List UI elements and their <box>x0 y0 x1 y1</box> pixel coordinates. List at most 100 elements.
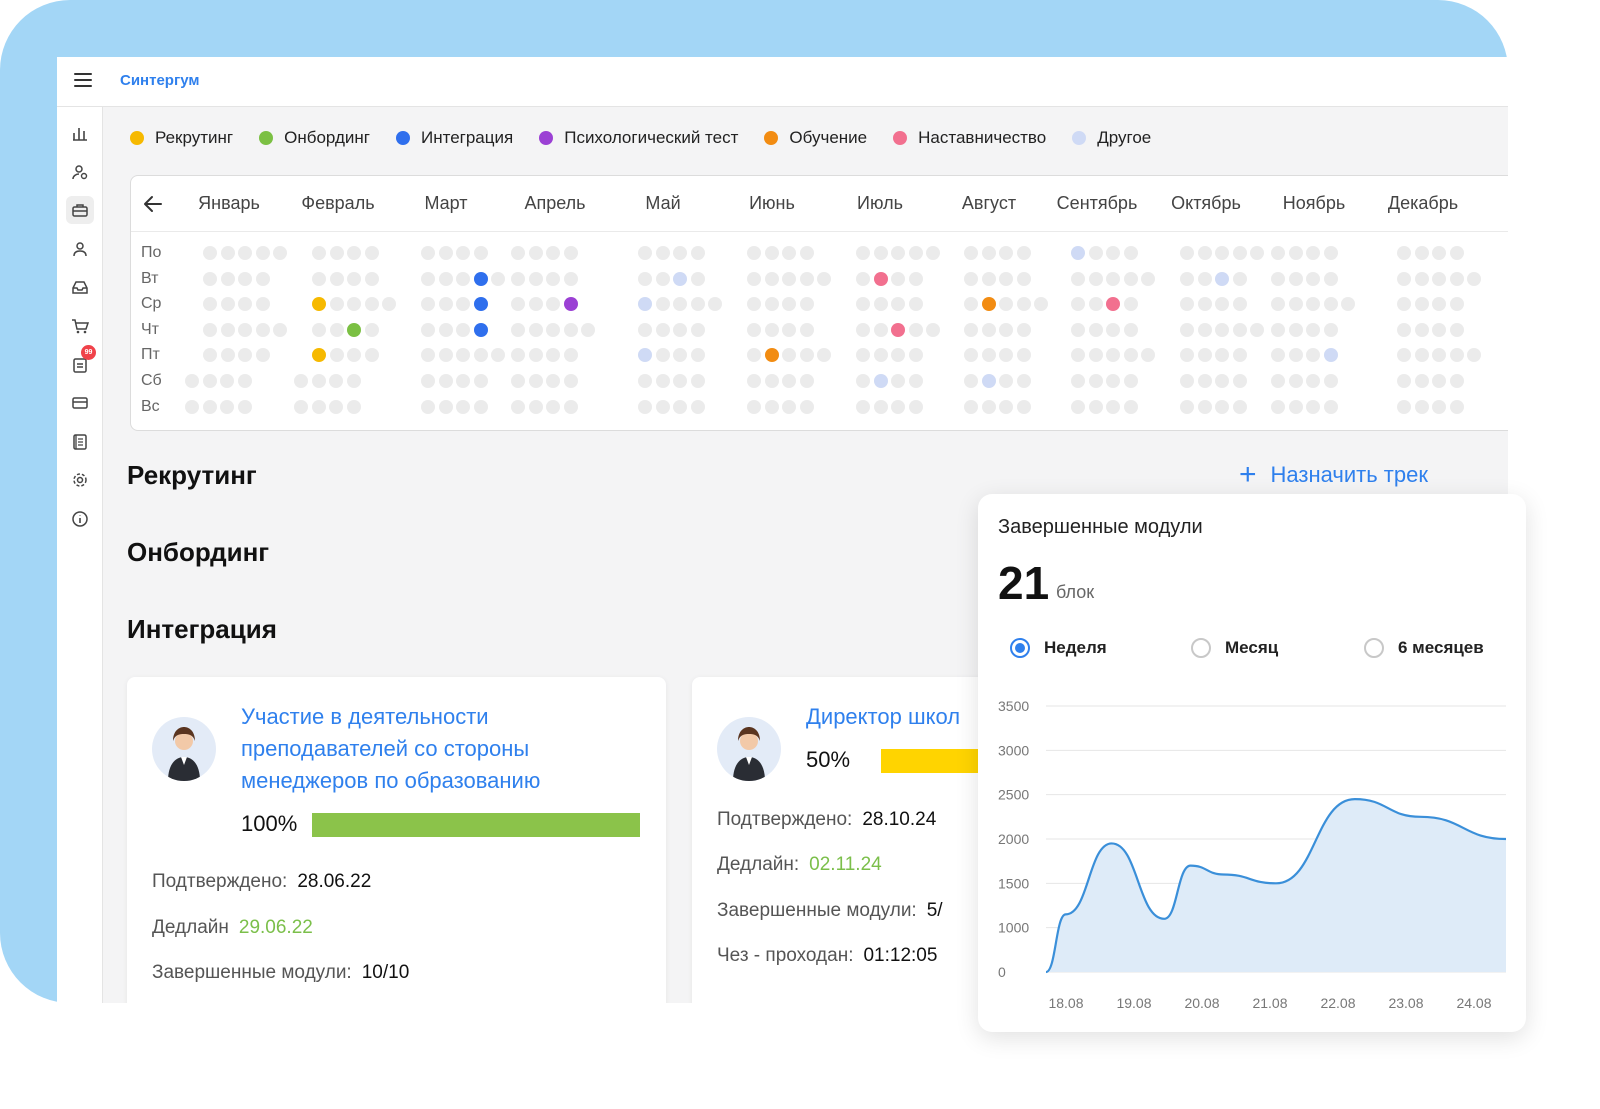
sidebar-item[interactable]: 99 <box>66 344 96 379</box>
calendar-day-dot[interactable] <box>873 374 888 388</box>
calendar-day-dot[interactable] <box>1397 323 1411 337</box>
calendar-day-dot[interactable] <box>511 297 525 311</box>
calendar-day-dot[interactable] <box>673 297 687 311</box>
calendar-day-dot[interactable] <box>1432 323 1446 337</box>
calendar-day-dot[interactable] <box>220 246 235 260</box>
calendar-day-dot[interactable] <box>456 323 470 337</box>
calendar-day-dot[interactable] <box>347 297 361 311</box>
calendar-day-dot[interactable] <box>1323 297 1338 311</box>
calendar-day-dot[interactable] <box>220 272 235 286</box>
sidebar-item[interactable] <box>66 273 94 301</box>
sidebar-item[interactable] <box>66 235 94 263</box>
calendar-day-dot[interactable] <box>563 348 578 362</box>
calendar-day-dot[interactable] <box>511 400 525 414</box>
calendar-day-dot[interactable] <box>1180 272 1194 286</box>
calendar-day-dot[interactable] <box>312 297 326 311</box>
calendar-day-dot[interactable] <box>255 348 270 362</box>
sidebar-item[interactable] <box>66 158 94 186</box>
calendar-day-dot[interactable] <box>638 297 652 311</box>
calendar-day-dot[interactable] <box>364 272 379 286</box>
calendar-day-dot[interactable] <box>1414 374 1429 388</box>
calendar-day-dot[interactable] <box>638 374 652 388</box>
calendar-day-dot[interactable] <box>473 374 488 388</box>
calendar-day-dot[interactable] <box>856 323 870 337</box>
calendar-day-dot[interactable] <box>1016 246 1031 260</box>
calendar-day-dot[interactable] <box>421 297 435 311</box>
calendar-day-dot[interactable] <box>473 400 488 414</box>
calendar-day-dot[interactable] <box>237 374 252 388</box>
calendar-day-dot[interactable] <box>294 374 308 388</box>
calendar-day-dot[interactable] <box>799 348 814 362</box>
calendar-day-dot[interactable] <box>1232 323 1247 337</box>
calendar-day-dot[interactable] <box>981 297 996 311</box>
calendar-day-dot[interactable] <box>329 348 344 362</box>
menu-icon[interactable] <box>74 73 92 89</box>
calendar-day-dot[interactable] <box>908 400 923 414</box>
calendar-day-dot[interactable] <box>347 246 361 260</box>
calendar-day-dot[interactable] <box>964 297 978 311</box>
calendar-day-dot[interactable] <box>1271 374 1285 388</box>
calendar-day-dot[interactable] <box>203 272 217 286</box>
calendar-day-dot[interactable] <box>764 400 779 414</box>
calendar-day-dot[interactable] <box>1323 374 1338 388</box>
calendar-day-dot[interactable] <box>438 323 453 337</box>
month-label[interactable]: Февраль <box>301 193 374 214</box>
calendar-day-dot[interactable] <box>981 374 996 388</box>
calendar-day-dot[interactable] <box>364 246 379 260</box>
calendar-day-dot[interactable] <box>1123 246 1138 260</box>
calendar-day-dot[interactable] <box>873 400 888 414</box>
calendar-day-dot[interactable] <box>1449 374 1464 388</box>
calendar-day-dot[interactable] <box>782 374 796 388</box>
calendar-day-dot[interactable] <box>347 348 361 362</box>
calendar-day-dot[interactable] <box>655 297 670 311</box>
month-label[interactable]: Июнь <box>749 193 795 214</box>
calendar-day-dot[interactable] <box>1306 272 1320 286</box>
calendar-day-dot[interactable] <box>1288 400 1303 414</box>
calendar-day-dot[interactable] <box>528 323 543 337</box>
calendar-day-dot[interactable] <box>1180 374 1194 388</box>
calendar-day-dot[interactable] <box>255 297 270 311</box>
calendar-day-dot[interactable] <box>1123 323 1138 337</box>
calendar-day-dot[interactable] <box>1397 246 1411 260</box>
calendar-day-dot[interactable] <box>1071 323 1085 337</box>
calendar-day-dot[interactable] <box>1088 400 1103 414</box>
calendar-day-dot[interactable] <box>563 272 578 286</box>
calendar-day-dot[interactable] <box>873 297 888 311</box>
calendar-day-dot[interactable] <box>456 297 470 311</box>
calendar-day-dot[interactable] <box>255 323 270 337</box>
calendar-day-dot[interactable] <box>1016 297 1031 311</box>
calendar-day-dot[interactable] <box>1271 297 1285 311</box>
calendar-day-dot[interactable] <box>546 400 560 414</box>
calendar-day-dot[interactable] <box>747 323 761 337</box>
calendar-day-dot[interactable] <box>1106 348 1120 362</box>
calendar-day-dot[interactable] <box>638 400 652 414</box>
calendar-day-dot[interactable] <box>1197 348 1212 362</box>
calendar-day-dot[interactable] <box>237 400 252 414</box>
calendar-day-dot[interactable] <box>999 348 1013 362</box>
calendar-day-dot[interactable] <box>220 348 235 362</box>
calendar-day-dot[interactable] <box>856 246 870 260</box>
calendar-day-dot[interactable] <box>673 348 687 362</box>
calendar-day-dot[interactable] <box>346 374 361 388</box>
calendar-day-dot[interactable] <box>891 246 905 260</box>
calendar-day-dot[interactable] <box>999 323 1013 337</box>
calendar-day-dot[interactable] <box>364 297 379 311</box>
period-6months-radio[interactable]: 6 месяцев <box>1364 638 1484 658</box>
calendar-day-dot[interactable] <box>638 246 652 260</box>
calendar-day-dot[interactable] <box>999 246 1013 260</box>
calendar-day-dot[interactable] <box>1323 400 1338 414</box>
calendar-day-dot[interactable] <box>1306 246 1320 260</box>
calendar-day-dot[interactable] <box>546 272 560 286</box>
calendar-day-dot[interactable] <box>528 348 543 362</box>
calendar-day-dot[interactable] <box>1106 374 1120 388</box>
calendar-day-dot[interactable] <box>220 297 235 311</box>
calendar-day-dot[interactable] <box>312 272 326 286</box>
calendar-day-dot[interactable] <box>690 246 705 260</box>
calendar-day-dot[interactable] <box>1323 323 1338 337</box>
calendar-day-dot[interactable] <box>473 348 488 362</box>
calendar-day-dot[interactable] <box>1397 297 1411 311</box>
calendar-day-dot[interactable] <box>1467 348 1481 362</box>
calendar-day-dot[interactable] <box>1088 297 1103 311</box>
month-label[interactable]: Сентябрь <box>1057 193 1138 214</box>
calendar-day-dot[interactable] <box>1449 348 1464 362</box>
